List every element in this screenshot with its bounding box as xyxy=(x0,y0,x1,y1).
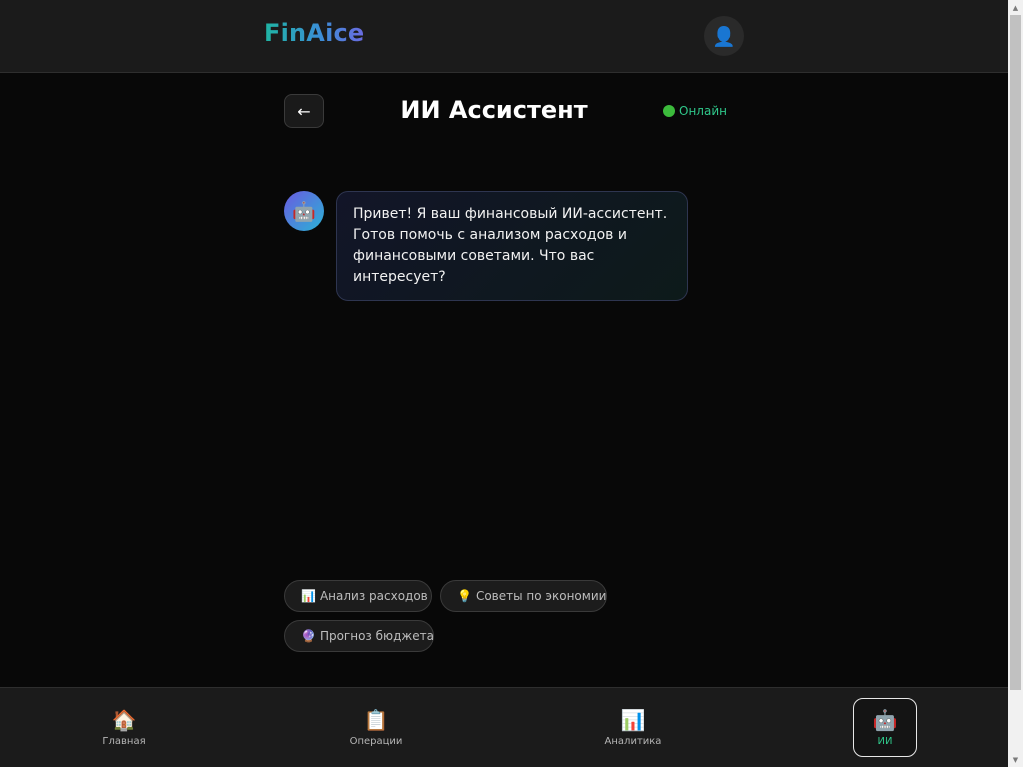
online-status: Онлайн xyxy=(663,104,727,118)
back-button[interactable]: ← xyxy=(284,94,324,128)
scroll-down-arrow-icon[interactable]: ▼ xyxy=(1008,752,1023,767)
clipboard-icon: 📋 xyxy=(363,708,389,732)
scrollbar-thumb[interactable] xyxy=(1010,15,1021,690)
bar-chart-icon: 📊 xyxy=(301,589,316,603)
nav-label: Главная xyxy=(102,736,146,747)
nav-label: Аналитика xyxy=(604,736,662,747)
nav-item-analytics[interactable]: 📊 Аналитика xyxy=(601,698,665,757)
bar-chart-icon: 📊 xyxy=(620,708,646,732)
lightbulb-icon: 💡 xyxy=(457,589,472,603)
status-dot-icon xyxy=(663,105,675,117)
quick-action-budget-forecast[interactable]: 🔮 Прогноз бюджета xyxy=(284,620,434,652)
app-root: FinAice 👤 ← ИИ Ассистент Онлайн 🤖 Привет… xyxy=(0,0,1008,767)
quick-action-label: Прогноз бюджета xyxy=(319,629,434,643)
nav-label: Операции xyxy=(349,736,403,747)
robot-icon: 🤖 xyxy=(292,200,316,223)
bot-avatar: 🤖 xyxy=(284,191,324,231)
bottom-navigation: 🏠 Главная 📋 Операции 📊 Аналитика 🤖 ИИ xyxy=(0,687,1008,767)
nav-item-home[interactable]: 🏠 Главная xyxy=(92,698,156,757)
nav-item-ai[interactable]: 🤖 ИИ xyxy=(853,698,917,757)
robot-icon: 🤖 xyxy=(872,708,898,732)
quick-action-label: Советы по экономии xyxy=(475,589,607,603)
bot-message-bubble: Привет! Я ваш финансовый ИИ-ассистент. Г… xyxy=(336,191,688,301)
top-header: FinAice 👤 xyxy=(0,0,1008,73)
quick-action-expense-analysis[interactable]: 📊 Анализ расходов xyxy=(284,580,432,612)
arrow-left-icon: ← xyxy=(297,101,311,121)
status-label: Онлайн xyxy=(679,104,727,118)
user-icon: 👤 xyxy=(712,25,736,48)
house-icon: 🏠 xyxy=(111,708,137,732)
profile-button[interactable]: 👤 xyxy=(704,16,744,56)
quick-action-saving-tips[interactable]: 💡 Советы по экономии xyxy=(440,580,607,612)
chat-title: ИИ Ассистент xyxy=(400,96,588,124)
scroll-up-arrow-icon[interactable]: ▲ xyxy=(1008,0,1023,15)
crystal-ball-icon: 🔮 xyxy=(301,629,316,643)
quick-action-label: Анализ расходов xyxy=(319,589,428,603)
page-scrollbar[interactable]: ▲ ▼ xyxy=(1008,0,1023,767)
app-logo[interactable]: FinAice xyxy=(264,19,364,47)
nav-item-operations[interactable]: 📋 Операции xyxy=(344,698,408,757)
nav-label: ИИ xyxy=(877,736,893,747)
